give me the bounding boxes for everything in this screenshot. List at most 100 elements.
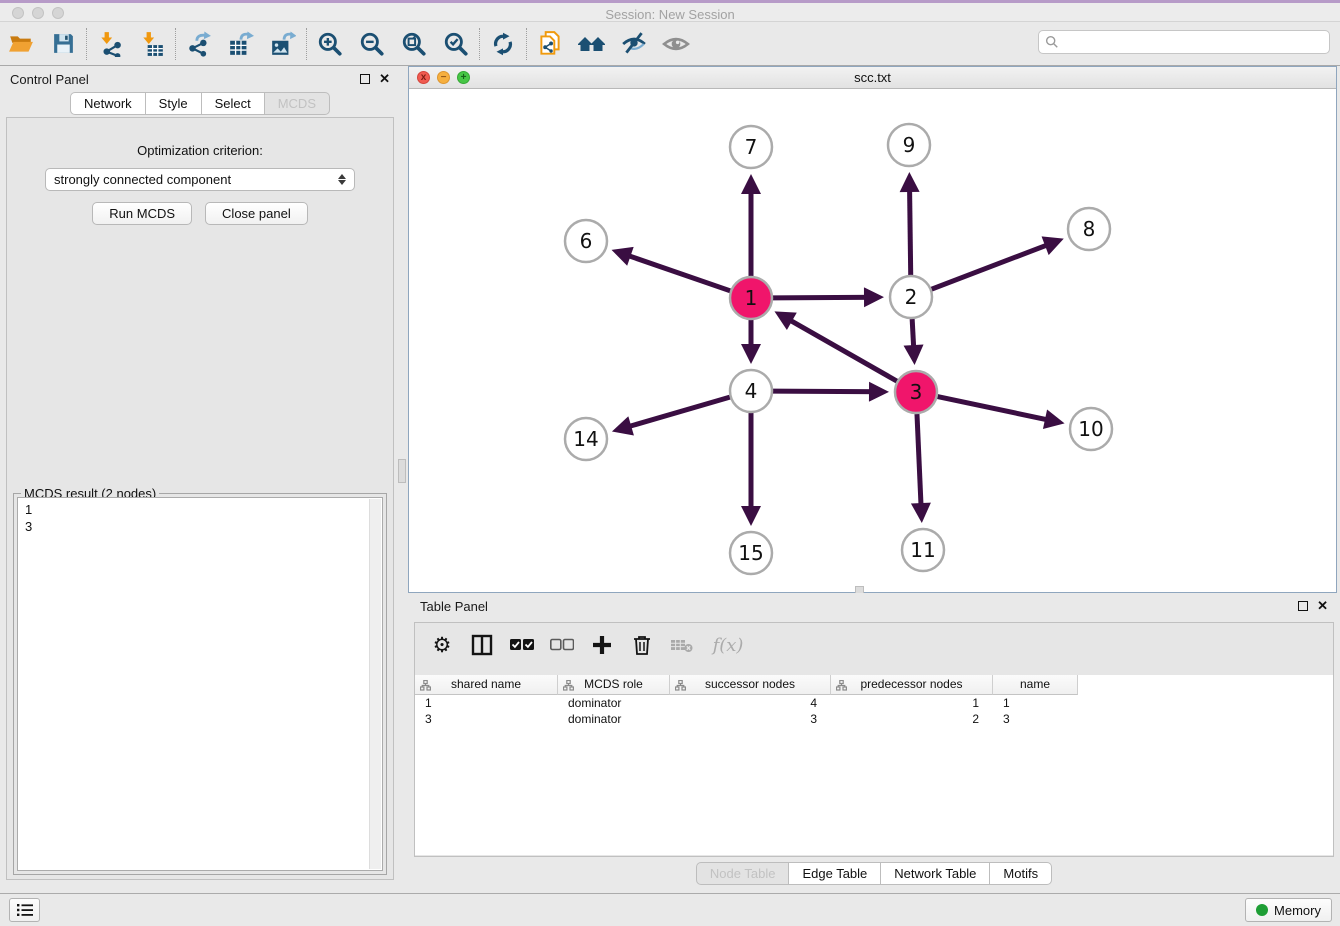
refresh-icon: [490, 31, 516, 57]
zoom-in-icon: [317, 31, 343, 57]
task-history-button[interactable]: [9, 898, 40, 922]
node-11[interactable]: 11: [902, 529, 944, 571]
mcds-panel: Optimization criterion: strongly connect…: [6, 117, 394, 880]
node-4[interactable]: 4: [730, 370, 772, 412]
refresh-button[interactable]: [482, 26, 524, 62]
network-minimize-icon[interactable]: −: [437, 71, 450, 84]
import-network-button[interactable]: [89, 26, 131, 62]
add-row-button[interactable]: [589, 632, 615, 658]
import-table-button[interactable]: [131, 26, 173, 62]
edge-2-9[interactable]: [909, 178, 910, 275]
node-8[interactable]: 8: [1068, 208, 1110, 250]
node-15[interactable]: 15: [730, 532, 772, 574]
control-panel: Control Panel ✕ NetworkStyleSelectMCDS O…: [0, 66, 400, 893]
node-1[interactable]: 1: [730, 277, 772, 319]
network-close-icon[interactable]: x: [417, 71, 430, 84]
fx-icon: f(x): [713, 635, 744, 656]
zoom-out-icon: [359, 31, 385, 57]
zoom-in-button[interactable]: [309, 26, 351, 62]
criterion-dropdown[interactable]: strongly connected component: [45, 168, 355, 191]
select-all-button[interactable]: [509, 632, 535, 658]
export-table-button[interactable]: [220, 26, 262, 62]
export-image-button[interactable]: [262, 26, 304, 62]
edge-4-3[interactable]: [773, 391, 883, 392]
table-tab-motifs[interactable]: Motifs: [990, 862, 1052, 885]
column-header-shared-name[interactable]: shared name: [415, 675, 558, 695]
close-panel-button[interactable]: Close panel: [205, 202, 308, 225]
edge-3-11[interactable]: [917, 414, 922, 517]
close-panel-icon[interactable]: ✕: [379, 74, 390, 84]
float-panel-icon[interactable]: [360, 74, 370, 84]
copy-network-button[interactable]: [529, 26, 571, 62]
edge-4-14[interactable]: [618, 397, 730, 430]
node-3[interactable]: 3: [895, 371, 937, 413]
status-bar: Memory: [0, 893, 1340, 926]
home-button[interactable]: [571, 26, 613, 62]
table-row[interactable]: 3dominator323: [415, 711, 1333, 727]
zoom-fit-button[interactable]: [393, 26, 435, 62]
deselect-all-button[interactable]: [549, 632, 575, 658]
vertical-split-handle[interactable]: [398, 459, 406, 483]
node-7[interactable]: 7: [730, 126, 772, 168]
control-panel-title: Control Panel: [10, 72, 89, 87]
float-table-panel-icon[interactable]: [1298, 601, 1308, 611]
network-window-titlebar[interactable]: x − + scc.txt: [409, 67, 1336, 89]
zoom-selected-button[interactable]: [435, 26, 477, 62]
import-table-icon: [139, 31, 165, 57]
cell-shared-name: 3: [415, 711, 558, 727]
table-row[interactable]: 1dominator411: [415, 695, 1333, 711]
edge-3-10[interactable]: [938, 397, 1059, 423]
zoom-out-button[interactable]: [351, 26, 393, 62]
column-header-mcds-role[interactable]: MCDS role: [558, 675, 670, 695]
table-tab-network-table[interactable]: Network Table: [881, 862, 990, 885]
result-scrollbar[interactable]: [369, 499, 381, 869]
toggle-graphics-details-button[interactable]: [613, 26, 655, 62]
function-builder-button[interactable]: f(x): [709, 632, 747, 658]
edge-1-6[interactable]: [617, 252, 730, 291]
cell-name: 3: [993, 711, 1078, 727]
mcds-result-area[interactable]: 1 3: [17, 497, 383, 871]
column-header-predecessor-nodes[interactable]: predecessor nodes: [831, 675, 993, 695]
tab-style[interactable]: Style: [146, 92, 202, 115]
search-input[interactable]: [1063, 35, 1329, 50]
node-10[interactable]: 10: [1070, 408, 1112, 450]
node-6[interactable]: 6: [565, 220, 607, 262]
edge-1-2[interactable]: [773, 297, 878, 298]
column-header-successor-nodes[interactable]: successor nodes: [670, 675, 831, 695]
column-layout-button[interactable]: [469, 632, 495, 658]
table-tab-node-table[interactable]: Node Table: [696, 862, 790, 885]
edge-2-8[interactable]: [932, 241, 1059, 289]
run-mcds-button[interactable]: Run MCDS: [92, 202, 192, 225]
table-settings-button[interactable]: ⚙: [429, 632, 455, 658]
open-folder-icon: [8, 31, 34, 57]
edge-3-1[interactable]: [780, 314, 897, 381]
eye-button[interactable]: [655, 26, 697, 62]
svg-text:9: 9: [903, 133, 916, 157]
network-canvas-svg[interactable]: 7 9 6 8 1 2 4 3 14 10 15 11: [409, 89, 1336, 592]
trash-icon: [632, 634, 652, 656]
zoom-selected-icon: [443, 31, 469, 57]
delete-table-button[interactable]: [669, 632, 695, 658]
edge-2-3[interactable]: [912, 319, 914, 359]
toolbar-separator: [175, 28, 176, 60]
tab-mcds[interactable]: MCDS: [265, 92, 330, 115]
column-header-name[interactable]: name: [993, 675, 1078, 695]
table-tab-edge-table[interactable]: Edge Table: [789, 862, 881, 885]
memory-button[interactable]: Memory: [1245, 898, 1332, 922]
node-9[interactable]: 9: [888, 124, 930, 166]
open-session-button[interactable]: [0, 26, 42, 62]
network-maximize-icon[interactable]: +: [457, 71, 470, 84]
node-14[interactable]: 14: [565, 418, 607, 460]
node-table-container: ⚙: [414, 622, 1334, 857]
svg-text:6: 6: [580, 229, 593, 253]
svg-text:15: 15: [738, 541, 763, 565]
app-titlebar: Session: New Session: [0, 3, 1340, 22]
tab-select[interactable]: Select: [202, 92, 265, 115]
node-2[interactable]: 2: [890, 276, 932, 318]
tab-network[interactable]: Network: [70, 92, 146, 115]
export-network-button[interactable]: [178, 26, 220, 62]
delete-row-button[interactable]: [629, 632, 655, 658]
save-session-button[interactable]: [42, 26, 84, 62]
close-table-panel-icon[interactable]: ✕: [1317, 601, 1328, 611]
search-field[interactable]: [1038, 30, 1330, 54]
